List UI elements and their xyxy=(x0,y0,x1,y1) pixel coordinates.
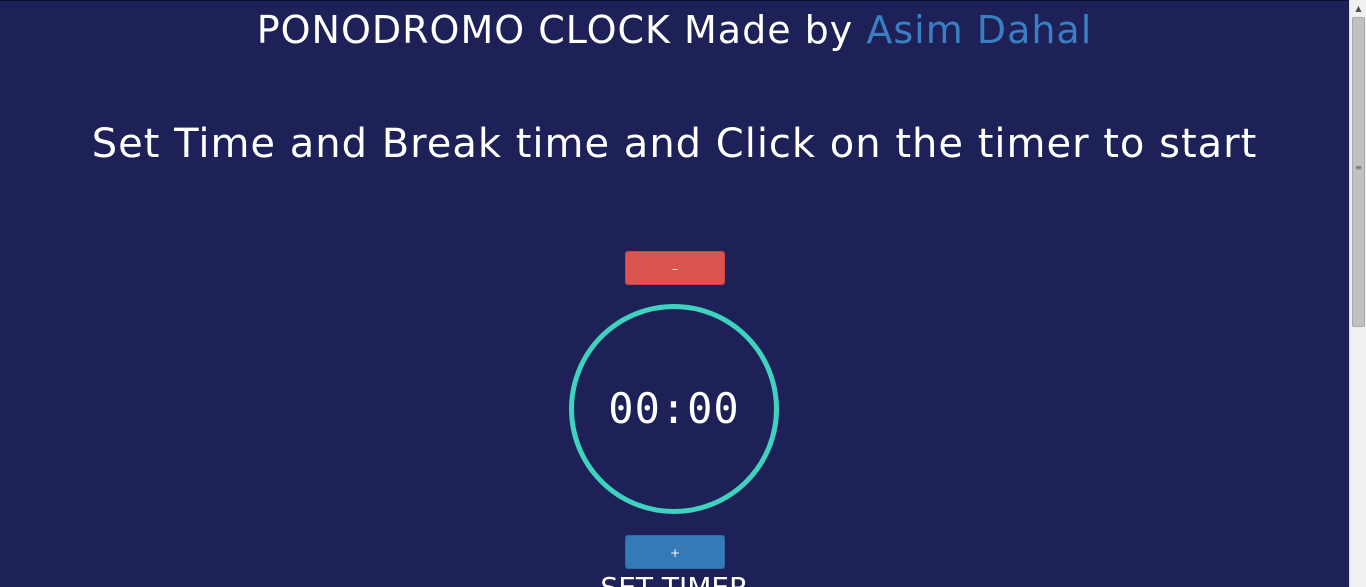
increment-button[interactable]: + xyxy=(625,535,725,569)
timer-circle[interactable]: 00:00 xyxy=(569,304,779,514)
grip-lines-icon: ≡ xyxy=(1355,163,1362,172)
page-title: PONODROMO CLOCK Made by Asim Dahal xyxy=(0,8,1349,52)
set-timer-label: SET TIMER xyxy=(0,572,1349,587)
timer-display: 00:00 xyxy=(608,384,740,433)
page-content: PONODROMO CLOCK Made by Asim Dahal Set T… xyxy=(0,0,1349,587)
scrollbar-thumb[interactable]: ≡ xyxy=(1352,17,1365,327)
decrement-button[interactable]: – xyxy=(625,251,725,285)
vertical-scrollbar[interactable]: ▲ ≡ xyxy=(1349,0,1366,587)
instruction-text: Set Time and Break time and Click on the… xyxy=(91,121,1258,167)
author-name: Asim Dahal xyxy=(866,8,1093,52)
title-prefix: PONODROMO CLOCK Made by xyxy=(256,8,867,52)
chevron-up-icon[interactable]: ▲ xyxy=(1350,0,1366,17)
